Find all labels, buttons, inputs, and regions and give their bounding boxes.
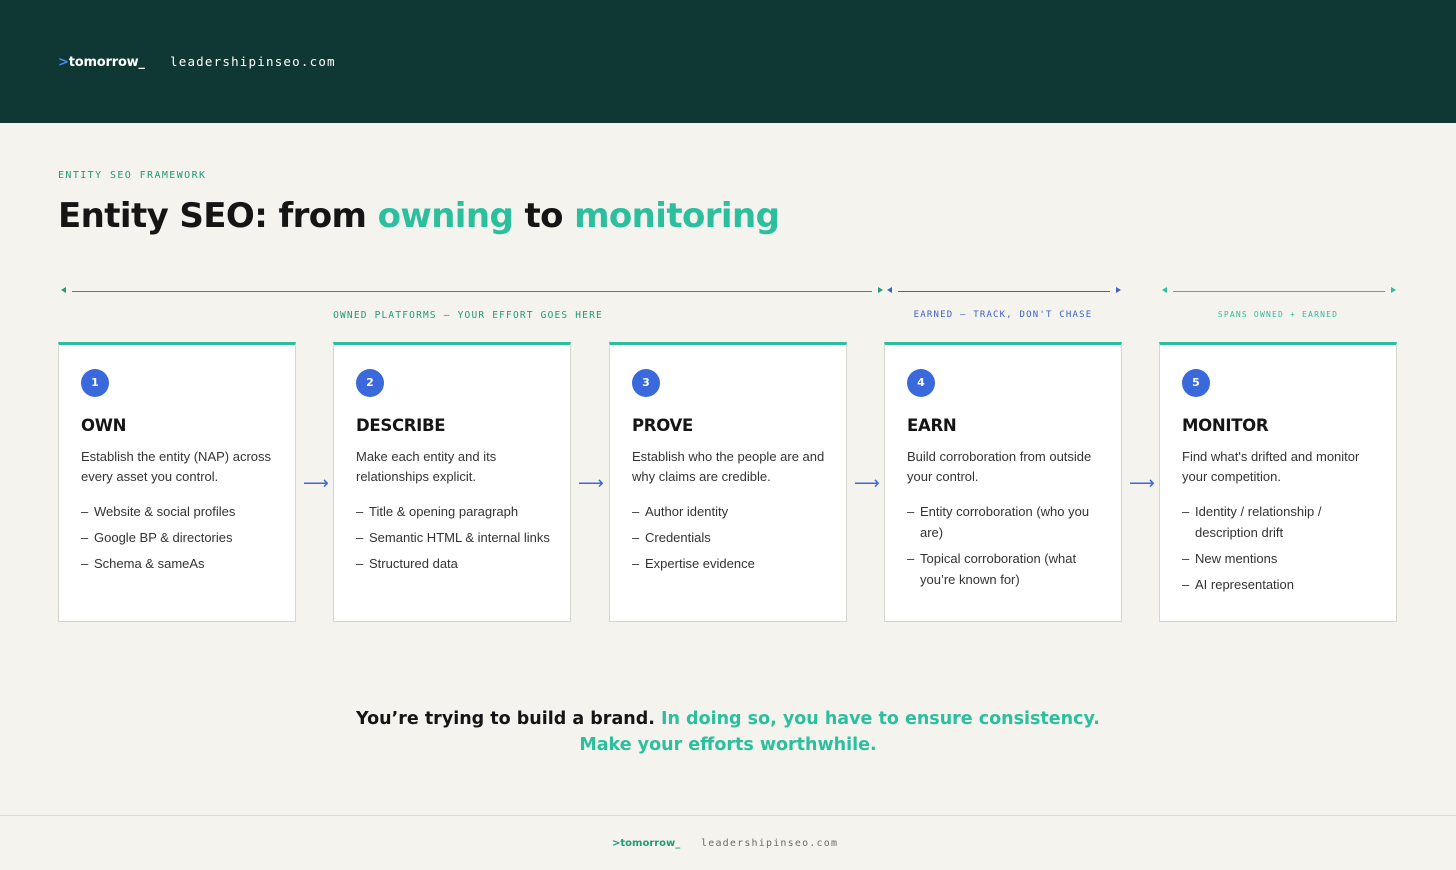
spans-bracket-left-arrow-icon <box>1162 287 1167 293</box>
owned-bracket-line <box>72 291 872 292</box>
title-part-2: to <box>513 196 575 236</box>
arrow-right-icon: ⟶ <box>1129 473 1155 494</box>
step-card-earn: 4 EARN Build corroboration from outside … <box>884 342 1122 622</box>
step-item: Entity corroboration (who you are) <box>907 501 1107 543</box>
tagline-lead: You’re trying to build a brand. <box>356 709 661 729</box>
step-title: DESCRIBE <box>356 416 446 435</box>
tagline-line-2: Make your efforts worthwhile. <box>579 735 877 755</box>
owned-bracket <box>58 286 886 298</box>
step-item-list: Identity / relationship / description dr… <box>1182 501 1382 600</box>
brand-name: tomorrow_ <box>68 55 145 70</box>
step-title: PROVE <box>632 416 693 435</box>
title-highlight-monitoring: monitoring <box>574 196 780 236</box>
step-item: Google BP & directories <box>81 527 281 548</box>
step-item: Identity / relationship / description dr… <box>1182 501 1382 543</box>
step-title: EARN <box>907 416 957 435</box>
title-highlight-owning: owning <box>377 196 514 236</box>
step-item: Website & social profiles <box>81 501 281 522</box>
earned-bracket-label: EARNED — TRACK, DON'T CHASE <box>913 310 1093 320</box>
step-card-describe: 2 DESCRIBE Make each entity and its rela… <box>333 342 571 622</box>
page-title: Entity SEO: from owning to monitoring <box>58 196 780 236</box>
step-description: Find what's drifted and monitor your com… <box>1182 449 1360 484</box>
arrow-right-icon: ⟶ <box>578 473 604 494</box>
site-link[interactable]: leadershipinseo.com <box>170 54 336 69</box>
step-title: MONITOR <box>1182 416 1269 435</box>
earned-bracket-left-arrow-icon <box>887 287 892 293</box>
tagline-line-1: You’re trying to build a brand. In doing… <box>0 706 1456 732</box>
spans-bracket-line <box>1173 291 1385 292</box>
step-item: Expertise evidence <box>632 553 832 574</box>
earned-bracket <box>884 286 1124 298</box>
step-item: Author identity <box>632 501 832 522</box>
step-item: AI representation <box>1182 574 1382 595</box>
step-item: Schema & sameAs <box>81 553 281 574</box>
owned-bracket-label: OWNED PLATFORMS — YOUR EFFORT GOES HERE <box>333 310 603 321</box>
step-number-badge: 4 <box>907 369 935 397</box>
header-bar: >tomorrow_ leadershipinseo.com <box>0 0 1456 123</box>
spans-bracket <box>1159 286 1399 298</box>
arrow-right-icon: ⟶ <box>854 473 880 494</box>
tagline: You’re trying to build a brand. In doing… <box>0 706 1456 758</box>
step-item: Structured data <box>356 553 556 574</box>
earned-bracket-right-arrow-icon <box>1116 287 1121 293</box>
spans-bracket-right-arrow-icon <box>1391 287 1396 293</box>
step-description: Make each entity and its relationships e… <box>356 449 497 484</box>
step-number-badge: 3 <box>632 369 660 397</box>
step-description: Establish the entity (NAP) across every … <box>81 449 272 484</box>
step-item: Topical corroboration (what you’re known… <box>907 548 1107 590</box>
title-part-1: Entity SEO: from <box>58 196 378 236</box>
step-item: Credentials <box>632 527 832 548</box>
owned-bracket-right-arrow-icon <box>878 287 883 293</box>
step-number-badge: 2 <box>356 369 384 397</box>
brand-logo[interactable]: >tomorrow_ <box>58 55 145 70</box>
footer-site-link[interactable]: leadershipinseo.com <box>701 838 838 849</box>
step-title: OWN <box>81 416 127 435</box>
step-item-list: Entity corroboration (who you are) Topic… <box>907 501 1107 595</box>
brand-chevron: > <box>58 55 69 70</box>
footer-divider <box>0 815 1456 816</box>
step-number-badge: 1 <box>81 369 109 397</box>
step-description: Establish who the people are and why cla… <box>632 449 825 484</box>
eyebrow-label: ENTITY SEO FRAMEWORK <box>58 170 207 181</box>
step-item-list: Website & social profiles Google BP & di… <box>81 501 281 579</box>
step-card-own: 1 OWN Establish the entity (NAP) across … <box>58 342 296 622</box>
owned-bracket-left-arrow-icon <box>61 287 66 293</box>
step-card-monitor: 5 MONITOR Find what's drifted and monito… <box>1159 342 1397 622</box>
step-item-list: Title & opening paragraph Semantic HTML … <box>356 501 556 579</box>
step-item: New mentions <box>1182 548 1382 569</box>
step-description: Build corroboration from outside your co… <box>907 449 1092 484</box>
tagline-highlight-1: In doing so, you have to ensure consiste… <box>660 709 1100 729</box>
step-item: Title & opening paragraph <box>356 501 556 522</box>
footer-brand[interactable]: >tomorrow_ <box>612 838 680 849</box>
step-item: Semantic HTML & internal links <box>356 527 556 548</box>
step-number-badge: 5 <box>1182 369 1210 397</box>
earned-bracket-line <box>898 291 1110 292</box>
step-item-list: Author identity Credentials Expertise ev… <box>632 501 832 579</box>
arrow-right-icon: ⟶ <box>303 473 329 494</box>
spans-bracket-label: SPANS OWNED + EARNED <box>1217 310 1339 319</box>
step-card-prove: 3 PROVE Establish who the people are and… <box>609 342 847 622</box>
